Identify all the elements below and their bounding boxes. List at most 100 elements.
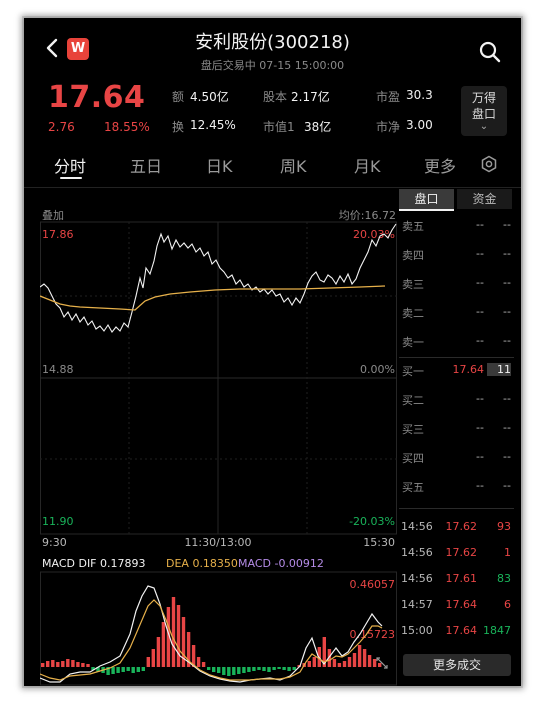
overlay-label[interactable]: 叠加: [42, 209, 64, 222]
active-tab-indicator: [60, 177, 82, 179]
trade-volume: 1847: [483, 624, 511, 637]
macd-bar: [307, 661, 311, 667]
macd-bar: [272, 667, 276, 670]
macd-bar: [46, 661, 50, 667]
macd-bar: [362, 649, 367, 667]
stat-label-pb: 市净: [376, 120, 401, 134]
macd-bar: [151, 649, 155, 667]
stat-value-pb: 3.00: [406, 118, 433, 132]
stat-label-shares: 股本: [263, 90, 288, 104]
tab-capital[interactable]: 资金: [457, 189, 512, 209]
macd-bar: [342, 661, 347, 667]
macd-bar: [86, 664, 90, 667]
tab-intraday[interactable]: 分时: [54, 153, 86, 177]
macd-bar: [287, 667, 291, 671]
buy-3-row: 买三 -- --: [399, 421, 514, 441]
macd-bar: [232, 667, 236, 675]
chevron-down-icon: ⌄: [479, 121, 489, 132]
tab-more[interactable]: 更多: [424, 153, 456, 177]
trade-time: 14:57: [401, 598, 433, 611]
tab-order-book[interactable]: 盘口: [399, 189, 454, 211]
macd-bar: [161, 622, 166, 667]
macd-bar: [352, 653, 357, 667]
level-price: --: [476, 218, 484, 231]
pct-axis-high: 20.03%: [353, 228, 395, 241]
macd-bar: [222, 667, 226, 675]
x-axis-start: 9:30: [42, 536, 67, 549]
level-price: --: [476, 305, 484, 318]
macd-bar: [357, 645, 362, 667]
last-price: 17.64: [48, 80, 146, 115]
level-volume: --: [503, 334, 511, 347]
level-volume: --: [503, 421, 511, 434]
trade-time: 14:56: [401, 520, 433, 533]
macd-bar: [171, 597, 176, 667]
sell-4-row: 卖四 -- --: [399, 247, 514, 267]
macd-bar: [207, 667, 211, 670]
sell-1-row: 卖一 -- --: [399, 334, 514, 354]
stat-label-mktcap: 市值1: [263, 120, 295, 134]
tab-monthly-k[interactable]: 月K: [354, 153, 381, 177]
tab-weekly-k[interactable]: 周K: [280, 153, 307, 177]
settings-icon[interactable]: [480, 155, 498, 173]
macd-bar: [347, 657, 352, 667]
level-volume: --: [503, 218, 511, 231]
macd-bar: [126, 667, 130, 671]
level-volume: --: [503, 392, 511, 405]
stat-value-shares: 2.17亿: [291, 90, 330, 104]
trading-status: 盘后交易中 07-15 15:00:00: [200, 59, 345, 72]
sell-3-row: 卖三 -- --: [399, 276, 514, 296]
orderbook-tabs: 盘口 资金: [399, 189, 514, 211]
trade-volume: 83: [497, 572, 511, 585]
level-label: 卖三: [402, 278, 424, 291]
macd-bar: [337, 663, 342, 667]
intraday-chart[interactable]: 叠加 均价:16.72 17.86 20.03% 14.88 0.00% 11.…: [40, 186, 397, 686]
macd-bar: [277, 667, 281, 669]
trade-time: 14:56: [401, 572, 433, 585]
level-label: 买五: [402, 481, 424, 494]
trades-divider: [399, 508, 514, 509]
x-axis-end: 15:30: [363, 536, 395, 549]
trade-price: 17.62: [445, 520, 478, 533]
level-price: --: [476, 276, 484, 289]
macd-bar: [292, 667, 296, 670]
macd-bar: [201, 662, 206, 667]
macd-bar: [257, 667, 261, 670]
stat-value-amount: 4.50亿: [190, 90, 229, 104]
y-axis-high: 17.86: [42, 228, 74, 241]
wande-orderbook-button[interactable]: 万得 盘口 ⌄: [461, 86, 507, 136]
macd-bar: [41, 663, 45, 667]
macd-bar: [252, 667, 256, 671]
more-trades-button[interactable]: 更多成交: [403, 654, 511, 676]
macd-value-label: MACD -0.00912: [238, 557, 324, 570]
macd-bar: [116, 667, 120, 673]
x-axis-mid: 11:30/13:00: [184, 536, 251, 549]
stat-value-mktcap: 38亿: [304, 120, 332, 134]
macd-bar: [367, 655, 372, 667]
sell-2-row: 卖二 -- --: [399, 305, 514, 325]
macd-bar: [61, 661, 65, 667]
macd-bar: [66, 659, 70, 667]
price-change: 2.76: [48, 120, 75, 134]
buy-2-row: 买二 -- --: [399, 392, 514, 412]
macd-bar: [312, 657, 316, 667]
trade-row: 15:00 17.64 1847: [399, 624, 514, 644]
trade-row: 14:56 17.62 93: [399, 520, 514, 540]
macd-bar: [131, 667, 135, 673]
macd-bar: [282, 667, 286, 670]
macd-bar: [76, 662, 80, 667]
search-icon[interactable]: [478, 40, 502, 64]
trade-volume: 1: [504, 546, 511, 559]
macd-bar: [146, 657, 150, 667]
macd-dea-label: DEA 0.18350: [166, 557, 238, 570]
stat-label-pe: 市盈: [376, 90, 401, 104]
macd-bar: [141, 667, 145, 671]
pct-axis-mid: 0.00%: [360, 363, 395, 376]
macd-bar: [196, 657, 201, 667]
macd-bar: [242, 667, 246, 673]
tab-five-day[interactable]: 五日: [130, 153, 162, 177]
tab-daily-k[interactable]: 日K: [206, 153, 233, 177]
level-price: --: [476, 334, 484, 347]
orderbook-divider: [399, 357, 514, 358]
wande-label-2: 盘口: [471, 107, 496, 121]
